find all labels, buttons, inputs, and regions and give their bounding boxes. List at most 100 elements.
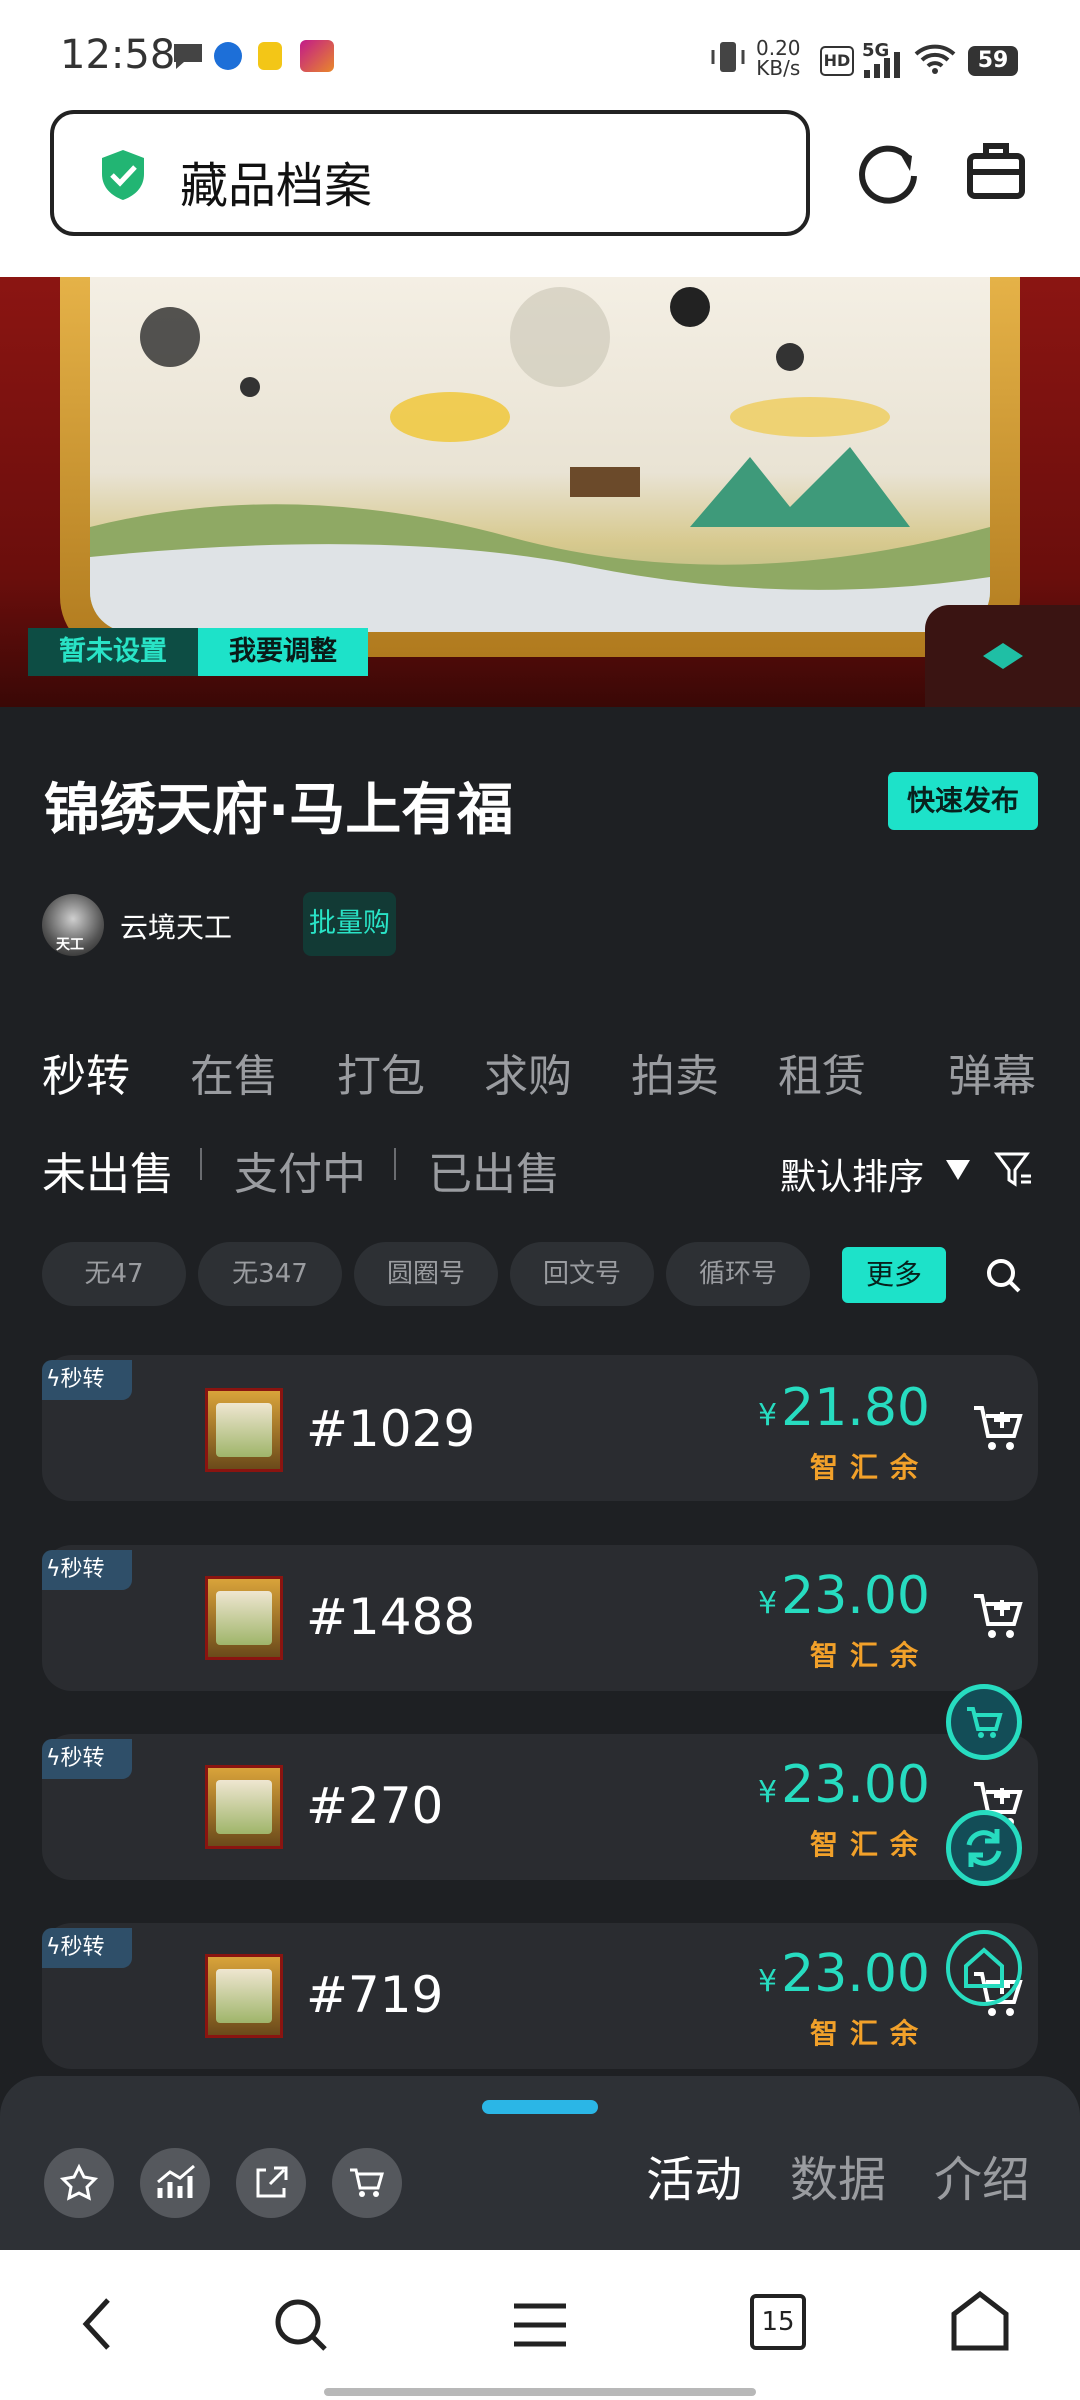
- bolt-icon: ϟ: [46, 1746, 61, 1771]
- sheet-tab-data[interactable]: 数据: [790, 2140, 886, 2210]
- badge-label: 秒转: [60, 1557, 105, 1582]
- message-icon: [174, 44, 202, 69]
- add-to-cart-icon[interactable]: [972, 1404, 1024, 1452]
- floating-cart-button[interactable]: [946, 1684, 1022, 1760]
- cart-button[interactable]: [332, 2148, 402, 2218]
- page-title: 藏品档案: [180, 158, 373, 214]
- triangle-down-icon[interactable]: [944, 1158, 972, 1182]
- floating-refresh-button[interactable]: [946, 1810, 1022, 1886]
- item-thumbnail: [205, 1954, 283, 2038]
- item-price: ¥23.00: [758, 1755, 930, 1815]
- sync-icon: [966, 1829, 1002, 1867]
- adjust-button[interactable]: 我要调整: [198, 628, 368, 676]
- sort-dropdown[interactable]: 默认排序: [780, 1148, 924, 1200]
- tab-instant-transfer[interactable]: 秒转: [42, 1040, 130, 1104]
- sheet-tab-intro[interactable]: 介绍: [934, 2140, 1030, 2210]
- back-icon[interactable]: [76, 2296, 124, 2352]
- bolt-icon: ϟ: [46, 1557, 61, 1582]
- payment-methods: 智汇余: [809, 2017, 930, 2050]
- item-number: #270: [306, 1777, 444, 1835]
- sheet-drag-handle[interactable]: [482, 2100, 598, 2114]
- tab-on-sale[interactable]: 在售: [190, 1040, 278, 1104]
- payment-methods: 智汇余: [809, 1639, 930, 1672]
- shield-check-icon: [102, 150, 144, 200]
- hd-indicator: HD: [820, 46, 854, 76]
- add-to-cart-icon[interactable]: [972, 1592, 1024, 1640]
- app-notification-icon: [258, 42, 282, 70]
- item-price: ¥23.00: [758, 1566, 930, 1626]
- status-chip-unset: 暂未设置: [28, 628, 198, 676]
- more-tags-button[interactable]: 更多: [842, 1247, 946, 1303]
- badge-label: 秒转: [60, 1935, 105, 1960]
- home-icon[interactable]: [950, 2290, 1010, 2352]
- divider: [394, 1148, 396, 1180]
- bolt-icon: ϟ: [46, 1367, 61, 1392]
- item-price: ¥23.00: [758, 1944, 930, 2004]
- menu-icon[interactable]: [510, 2300, 570, 2350]
- address-bar[interactable]: 藏品档案: [50, 110, 810, 236]
- subtab-paying[interactable]: 支付中: [234, 1138, 366, 1202]
- gesture-bar: [324, 2388, 756, 2396]
- signal-icon: [864, 52, 900, 78]
- tag-chip[interactable]: 循环号: [666, 1242, 810, 1306]
- favorite-button[interactable]: [44, 2148, 114, 2218]
- tag-chip[interactable]: 无47: [42, 1242, 186, 1306]
- creator-name[interactable]: 云境天工: [120, 906, 232, 946]
- quick-publish-button[interactable]: 快速发布: [888, 772, 1038, 830]
- bulk-buy-button[interactable]: 批量购: [303, 892, 396, 956]
- tabs-count-button[interactable]: 15: [750, 2294, 806, 2350]
- instant-transfer-badge: ϟ秒转: [42, 1739, 132, 1779]
- battery-level: 59: [968, 46, 1018, 76]
- divider: [200, 1148, 202, 1180]
- star-icon: [59, 2163, 99, 2201]
- tab-rent[interactable]: 租赁: [778, 1040, 866, 1104]
- tag-chip[interactable]: 回文号: [510, 1242, 654, 1306]
- tab-wanted[interactable]: 求购: [484, 1040, 572, 1104]
- tab-danmaku[interactable]: 弹幕: [948, 1040, 1036, 1104]
- tab-bundle[interactable]: 打包: [337, 1040, 425, 1104]
- artwork-image: [90, 277, 990, 632]
- tag-chip[interactable]: 圆圈号: [354, 1242, 498, 1306]
- bank-app-icon: [300, 40, 334, 72]
- sheet-tab-activity[interactable]: 活动: [646, 2140, 742, 2210]
- item-price: ¥21.80: [758, 1378, 930, 1438]
- badge-label: 秒转: [60, 1746, 105, 1771]
- item-thumbnail: [205, 1388, 283, 1472]
- refresh-icon[interactable]: [858, 140, 922, 204]
- payment-methods: 智汇余: [809, 1451, 930, 1484]
- status-time: 12:58: [60, 32, 176, 78]
- collection-title: 锦绣天府·马上有福: [44, 778, 514, 843]
- payment-methods: 智汇余: [809, 1828, 930, 1861]
- app-notification-icon: [214, 42, 242, 70]
- search-icon[interactable]: [272, 2296, 330, 2354]
- toolbox-icon[interactable]: [966, 140, 1026, 200]
- instant-transfer-badge: ϟ秒转: [42, 1550, 132, 1590]
- filter-icon[interactable]: [994, 1150, 1034, 1190]
- item-number: #1029: [306, 1400, 476, 1458]
- status-bar: 12:58 0.20 KB/s HD 5G 59: [0, 0, 1080, 105]
- subtab-unsold[interactable]: 未出售: [42, 1138, 174, 1202]
- bolt-icon: ϟ: [46, 1935, 61, 1960]
- share-icon: [256, 2166, 288, 2198]
- item-number: #1488: [306, 1588, 476, 1646]
- search-icon[interactable]: [984, 1256, 1024, 1296]
- cart-icon: [350, 2168, 384, 2197]
- creator-avatar[interactable]: 天工: [42, 894, 104, 956]
- tag-chip[interactable]: 无347: [198, 1242, 342, 1306]
- floating-home-button[interactable]: [946, 1930, 1022, 2006]
- subtab-sold[interactable]: 已出售: [428, 1138, 560, 1202]
- network-speed: 0.20 KB/s: [756, 36, 801, 80]
- trend-button[interactable]: [140, 2148, 210, 2218]
- tab-auction[interactable]: 拍卖: [631, 1040, 719, 1104]
- item-number: #719: [306, 1966, 444, 2024]
- item-thumbnail: [205, 1576, 283, 1660]
- hero-collapse-toggle[interactable]: [925, 605, 1080, 707]
- wifi-icon: [914, 44, 956, 74]
- chart-trend-icon: [157, 2164, 195, 2198]
- instant-transfer-badge: ϟ秒转: [42, 1928, 132, 1968]
- diamond-icon: [983, 643, 1023, 669]
- share-button[interactable]: [236, 2148, 306, 2218]
- vibrate-icon: [711, 42, 745, 72]
- avatar-label: 天工: [56, 937, 84, 953]
- instant-transfer-badge: ϟ秒转: [42, 1360, 132, 1400]
